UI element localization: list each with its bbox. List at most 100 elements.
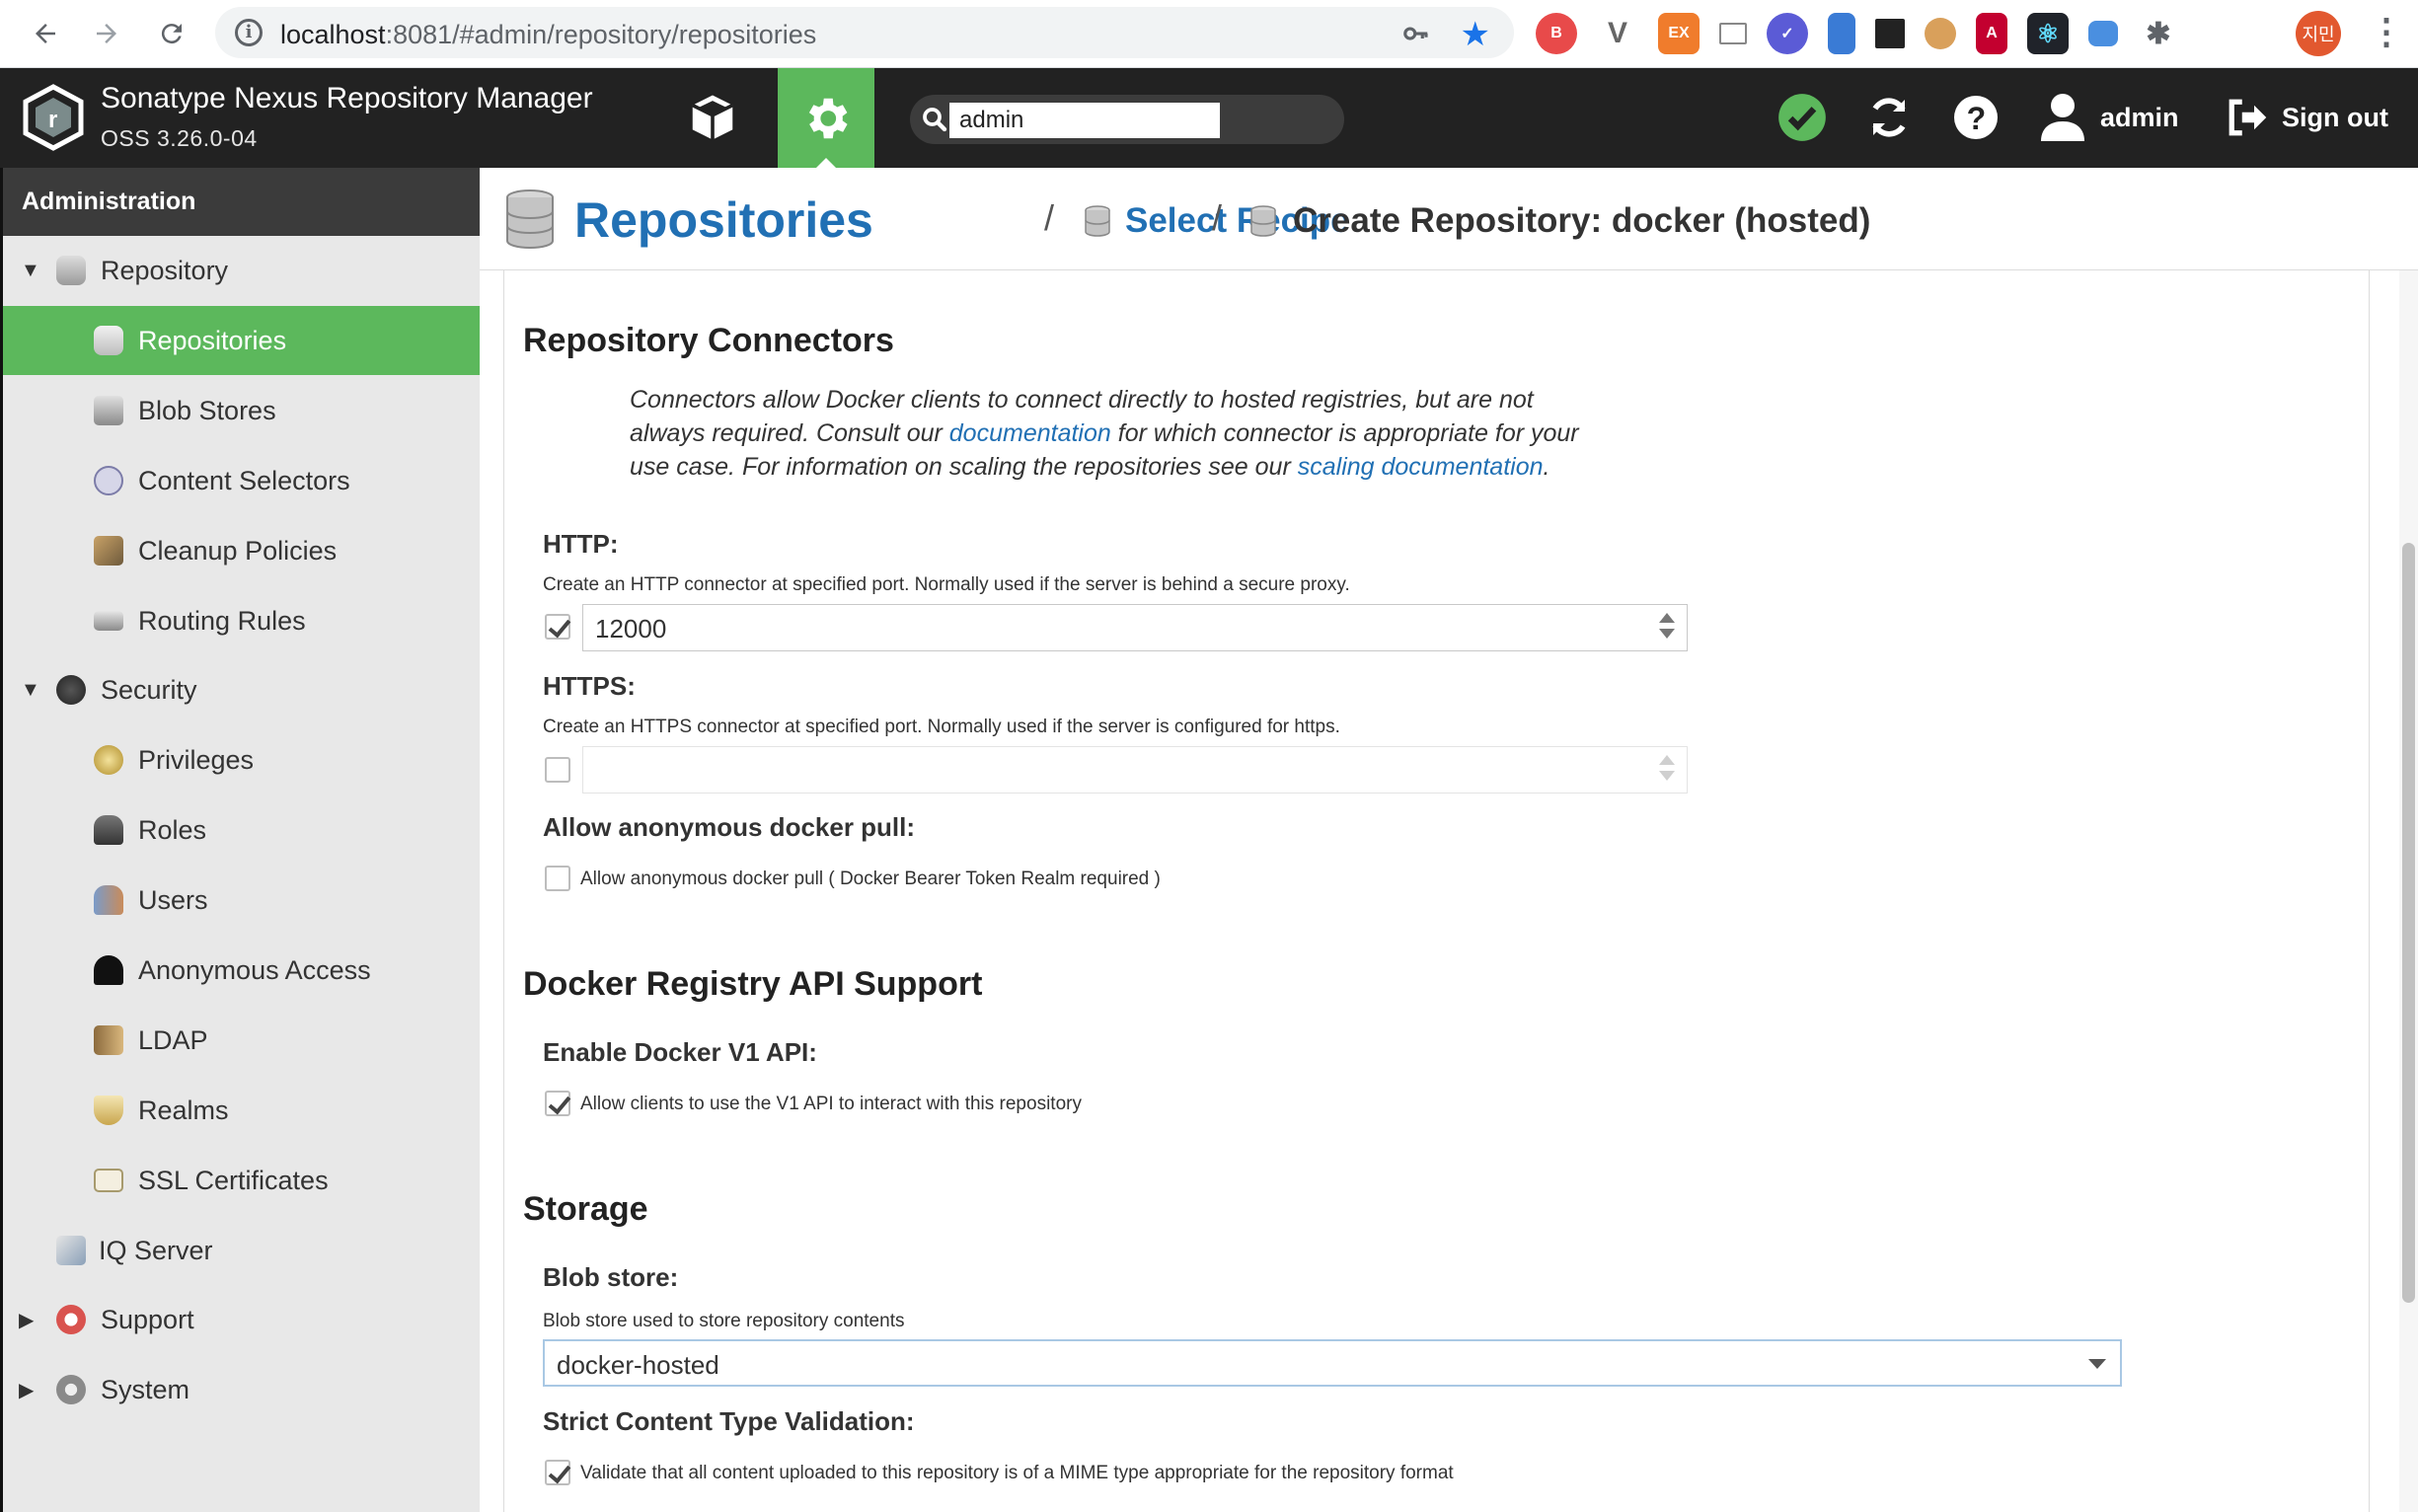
sidebar-item-repositories[interactable]: Repositories bbox=[3, 306, 480, 375]
extension-cookie-icon[interactable] bbox=[1925, 18, 1956, 49]
sidebar-item-label: Routing Rules bbox=[138, 605, 306, 636]
extension-frame-icon[interactable] bbox=[1719, 23, 1747, 44]
back-arrow-icon[interactable] bbox=[24, 12, 67, 55]
sidebar-item-ldap[interactable]: LDAP bbox=[3, 1006, 480, 1075]
extension-sheet-icon[interactable] bbox=[1828, 13, 1855, 54]
sidebar-item-content-selectors[interactable]: Content Selectors bbox=[3, 446, 480, 515]
admin-gear-button[interactable] bbox=[778, 68, 874, 169]
certificate-icon bbox=[94, 1169, 123, 1192]
help-icon[interactable]: ? bbox=[1952, 92, 2000, 143]
extension-ex-icon[interactable]: EX bbox=[1658, 13, 1700, 54]
sidebar-item-label: Security bbox=[101, 674, 197, 705]
database-icon bbox=[1250, 205, 1276, 237]
section-title-storage: Storage bbox=[523, 1190, 648, 1228]
database-icon bbox=[1085, 205, 1110, 237]
anonymous-pull-label: Allow anonymous docker pull: bbox=[543, 812, 916, 842]
router-icon bbox=[94, 611, 123, 631]
sidebar-item-iq-server[interactable]: IQ Server bbox=[3, 1216, 480, 1285]
refresh-icon[interactable] bbox=[1865, 92, 1913, 143]
breadcrumb-root-link[interactable]: Repositories bbox=[574, 191, 873, 249]
bookmark-star-icon[interactable]: ★ bbox=[1461, 15, 1490, 54]
sidebar-item-privileges[interactable]: Privileges bbox=[3, 725, 480, 794]
http-checkbox[interactable] bbox=[545, 614, 570, 640]
sign-out-icon bbox=[2229, 99, 2267, 136]
key-icon[interactable] bbox=[1401, 19, 1431, 55]
blob-store-select[interactable]: docker-hosted bbox=[543, 1339, 2122, 1387]
sidebar-item-label: Roles bbox=[138, 814, 207, 845]
sidebar-title: Administration bbox=[3, 168, 480, 236]
shield-icon bbox=[94, 1096, 123, 1125]
step-down-icon[interactable] bbox=[1659, 629, 1675, 639]
reload-icon[interactable] bbox=[150, 12, 193, 55]
forward-arrow-icon[interactable] bbox=[85, 12, 128, 55]
http-port-stepper[interactable] bbox=[1659, 613, 1675, 639]
documentation-link[interactable]: documentation bbox=[949, 419, 1111, 447]
anonymous-user-icon bbox=[94, 955, 123, 985]
site-info-icon[interactable]: i bbox=[235, 19, 263, 46]
expand-triangle-icon[interactable]: ▼ bbox=[21, 679, 40, 702]
sidebar-item-label: Content Selectors bbox=[138, 465, 350, 495]
anonymous-pull-checkbox[interactable] bbox=[545, 866, 570, 891]
extension-check-icon[interactable]: ✓ bbox=[1767, 13, 1808, 54]
scrollbar-thumb[interactable] bbox=[2402, 543, 2415, 1303]
sidebar-item-roles[interactable]: Roles bbox=[3, 795, 480, 865]
nexus-logo-icon[interactable]: r bbox=[22, 84, 85, 151]
strict-validation-checkbox[interactable] bbox=[545, 1460, 570, 1485]
collapsed-triangle-icon[interactable]: ▶ bbox=[19, 1378, 34, 1402]
sign-out-button[interactable]: Sign out bbox=[2227, 92, 2388, 143]
extension-angular-icon[interactable]: A bbox=[1976, 13, 2007, 54]
https-label: HTTPS: bbox=[543, 671, 636, 701]
browser-menu-icon[interactable]: ⋮ bbox=[2369, 14, 2404, 49]
sidebar-item-label: Support bbox=[101, 1304, 194, 1334]
blob-store-description: Blob store used to store repository cont… bbox=[543, 1311, 905, 1331]
sidebar-item-routing-rules[interactable]: Routing Rules bbox=[3, 586, 480, 655]
sidebar-item-blob-stores[interactable]: Blob Stores bbox=[3, 376, 480, 445]
health-status-icon[interactable] bbox=[1776, 92, 1828, 143]
extension-red-icon[interactable]: B bbox=[1536, 13, 1577, 54]
sidebar-item-users[interactable]: Users bbox=[3, 866, 480, 935]
step-up-icon[interactable] bbox=[1659, 613, 1675, 623]
extensions-puzzle-icon[interactable]: ✱ bbox=[2138, 13, 2179, 54]
extension-react-icon[interactable]: ⚛ bbox=[2027, 13, 2069, 54]
blob-store-icon bbox=[94, 396, 123, 425]
sidebar-item-cleanup-policies[interactable]: Cleanup Policies bbox=[3, 516, 480, 585]
step-up-icon[interactable] bbox=[1659, 755, 1675, 765]
docker-v1-checkbox-label: Allow clients to use the V1 API to inter… bbox=[580, 1094, 1082, 1114]
http-description: Create an HTTP connector at specified po… bbox=[543, 574, 1350, 595]
app-title: Sonatype Nexus Repository Manager bbox=[101, 82, 593, 114]
search-input[interactable] bbox=[949, 103, 1220, 138]
https-checkbox[interactable] bbox=[545, 757, 570, 783]
expand-triangle-icon[interactable]: ▼ bbox=[21, 260, 40, 282]
scaling-documentation-link[interactable]: scaling documentation bbox=[1298, 453, 1544, 481]
user-menu[interactable]: admin bbox=[2039, 92, 2179, 143]
profile-avatar[interactable]: 지민 bbox=[2296, 11, 2341, 56]
sidebar-item-ssl-certificates[interactable]: SSL Certificates bbox=[3, 1146, 480, 1215]
http-label: HTTP: bbox=[543, 529, 619, 559]
help-text-part: . bbox=[1543, 453, 1550, 481]
sidebar-group-security[interactable]: ▼ Security bbox=[3, 655, 480, 724]
https-port-field[interactable] bbox=[582, 746, 1688, 794]
sidebar-group-system[interactable]: ▶ System bbox=[3, 1355, 480, 1424]
sidebar-item-anonymous-access[interactable]: Anonymous Access bbox=[3, 936, 480, 1005]
collapsed-triangle-icon[interactable]: ▶ bbox=[19, 1308, 34, 1332]
sidebar-item-label: Privileges bbox=[138, 744, 255, 775]
breadcrumb-separator: / bbox=[1212, 197, 1223, 238]
docker-v1-checkbox[interactable] bbox=[545, 1091, 570, 1116]
extension-blue-icon[interactable] bbox=[2088, 21, 2118, 46]
browse-cube-icon[interactable] bbox=[681, 88, 744, 147]
step-down-icon[interactable] bbox=[1659, 771, 1675, 781]
extension-vue-icon[interactable]: V bbox=[1597, 13, 1638, 54]
address-bar[interactable]: i localhost:8081/#admin/repository/repos… bbox=[215, 7, 1514, 58]
app-header: r Sonatype Nexus Repository Manager OSS … bbox=[0, 68, 2418, 169]
system-gear-icon bbox=[56, 1375, 86, 1404]
extension-qr-icon[interactable] bbox=[1875, 19, 1905, 48]
sidebar-item-label: Repository bbox=[101, 255, 229, 285]
http-port-field[interactable]: 12000 bbox=[582, 604, 1688, 651]
sidebar-item-realms[interactable]: Realms bbox=[3, 1076, 480, 1145]
sidebar-group-support[interactable]: ▶ Support bbox=[3, 1285, 480, 1354]
browser-toolbar: i localhost:8081/#admin/repository/repos… bbox=[0, 0, 2418, 68]
https-port-stepper[interactable] bbox=[1659, 755, 1675, 781]
sidebar-group-repository[interactable]: ▼ Repository bbox=[3, 236, 480, 305]
user-label: admin bbox=[2100, 102, 2179, 132]
dropdown-arrow-icon[interactable] bbox=[2088, 1359, 2106, 1369]
